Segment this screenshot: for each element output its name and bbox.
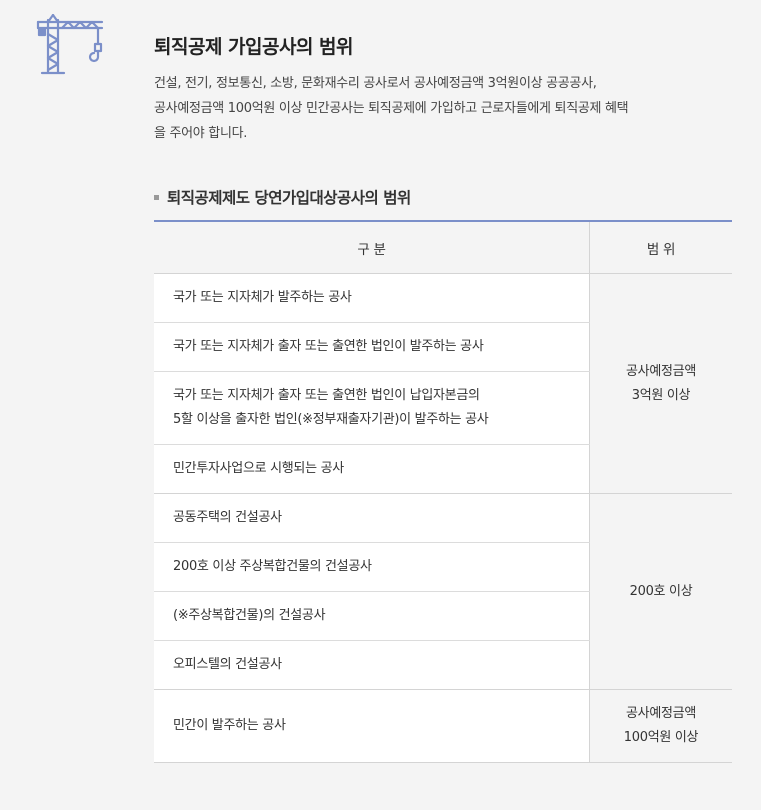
category-cell: 민간투자사업으로 시행되는 공사 <box>154 444 590 494</box>
table-row: 공동주택의 건설공사 200호 이상 <box>154 493 732 690</box>
category-text: 국가 또는 지자체가 발주하는 공사 <box>173 290 352 305</box>
category-text: (※주상복합건물)의 건설공사 <box>173 608 326 623</box>
page-title: 퇴직공제 가입공사의 범위 <box>154 36 354 58</box>
category-cell: 국가 또는 지자체가 발주하는 공사 <box>154 273 590 323</box>
table-row: 국가 또는 지자체가 발주하는 공사 공사예정금액 3억원 이상 <box>154 273 732 494</box>
range-text: 공사예정금액 <box>626 706 696 721</box>
category-cell: 민간이 발주하는 공사 <box>154 689 590 763</box>
crane-icon <box>36 14 104 75</box>
table-header-row: 구 분 범 위 <box>154 220 732 274</box>
category-cell: 국가 또는 지자체가 출자 또는 출연한 법인이 발주하는 공사 <box>154 322 590 372</box>
description-line: 을 주어야 합니다. <box>154 126 248 141</box>
range-cell: 200호 이상 <box>589 493 732 690</box>
range-cell: 공사예정금액 100억원 이상 <box>589 689 732 763</box>
table-row: 민간이 발주하는 공사 공사예정금액 100억원 이상 <box>154 689 732 763</box>
bullet-square-icon <box>154 194 159 200</box>
section-title: 퇴직공제제도 당연가입대상공사의 범위 <box>167 189 411 207</box>
category-text: 오피스텔의 건설공사 <box>173 657 282 672</box>
category-text: 200호 이상 주상복합건물의 건설공사 <box>173 559 372 574</box>
category-cell: 공동주택의 건설공사 <box>154 493 590 543</box>
category-cell: 200호 이상 주상복합건물의 건설공사 <box>154 542 590 592</box>
column-header-category: 구 분 <box>154 220 590 274</box>
coverage-table: 구 분 범 위 국가 또는 지자체가 발주하는 공사 공사예정금액 3억원 이상… <box>154 220 732 763</box>
description: 건설, 전기, 정보통신, 소방, 문화재수리 공사로서 공사예정금액 3억원이… <box>154 71 734 146</box>
category-text: 5할 이상을 출자한 법인(※정부재출자기관)이 발주하는 공사 <box>173 412 489 427</box>
range-text: 3억원 이상 <box>631 387 691 403</box>
range-text: 공사예정금액 <box>626 363 696 379</box>
range-text: 200호 이상 <box>629 583 693 599</box>
category-text: 국가 또는 지자체가 출자 또는 출연한 법인이 납입자본금의 <box>173 388 480 403</box>
category-text: 공동주택의 건설공사 <box>173 510 282 525</box>
range-cell: 공사예정금액 3억원 이상 <box>589 273 732 494</box>
description-line: 공사예정금액 100억원 이상 민간공사는 퇴직공제에 가입하고 근로자들에게 … <box>154 101 629 116</box>
category-cell: 국가 또는 지자체가 출자 또는 출연한 법인이 납입자본금의 5할 이상을 출… <box>154 371 590 445</box>
category-cell: 오피스텔의 건설공사 <box>154 640 590 690</box>
category-text: 국가 또는 지자체가 출자 또는 출연한 법인이 발주하는 공사 <box>173 339 484 354</box>
section-heading: 퇴직공제제도 당연가입대상공사의 범위 <box>154 186 411 208</box>
range-text: 100억원 이상 <box>623 730 699 745</box>
category-cell: (※주상복합건물)의 건설공사 <box>154 591 590 641</box>
description-line: 건설, 전기, 정보통신, 소방, 문화재수리 공사로서 공사예정금액 3억원이… <box>154 76 597 91</box>
category-text: 민간이 발주하는 공사 <box>173 718 286 733</box>
column-header-range: 범 위 <box>589 220 732 274</box>
category-text: 민간투자사업으로 시행되는 공사 <box>173 461 344 476</box>
